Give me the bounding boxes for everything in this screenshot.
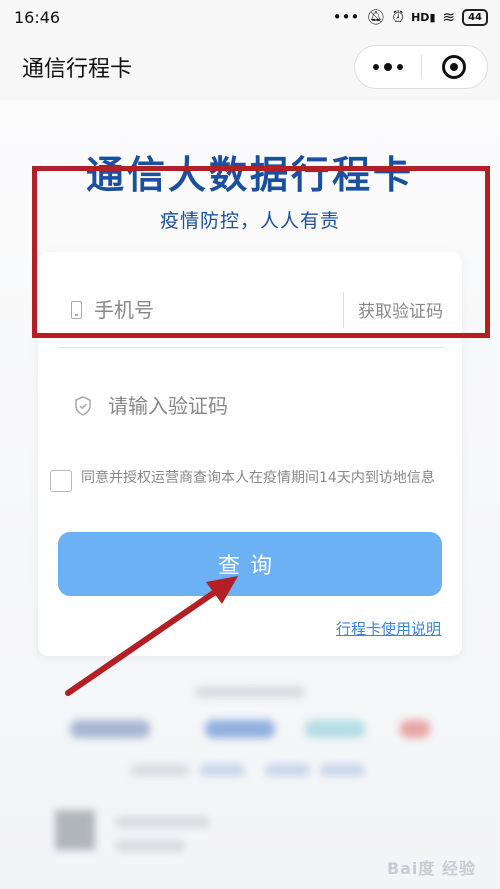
shield-icon — [58, 396, 108, 416]
phone-icon — [58, 300, 94, 319]
target-close-icon — [442, 55, 467, 79]
more-dots-icon[interactable] — [355, 46, 421, 88]
slogan: 疫情防控，人人有责 — [159, 210, 340, 232]
status-bar: 16:46 ••• 🔕︎ ⏰︎ HD▮ ≋ 44 — [0, 0, 500, 34]
code-field-row — [58, 368, 443, 444]
phone-input[interactable] — [94, 297, 343, 322]
mini-program-capsule — [354, 45, 488, 89]
help-link[interactable]: 行程卡使用说明 — [336, 618, 441, 639]
close-mini-program-button[interactable] — [422, 46, 488, 88]
page-title: 通信行程卡 — [22, 57, 133, 82]
get-code-button[interactable]: 获取验证码 — [343, 291, 443, 328]
status-time: 16:46 — [14, 7, 61, 27]
brand-title: 通信大数据行程卡 — [85, 153, 414, 197]
battery-icon: 44 — [462, 8, 488, 26]
mute-icon: 🔕︎ — [366, 8, 386, 26]
hd-signal-icon: HD▮ — [411, 10, 436, 24]
verification-code-input[interactable] — [108, 394, 443, 418]
phone-field-row: 获取验证码 — [58, 272, 443, 348]
alarm-icon: ⏰︎ — [392, 8, 405, 26]
page-content: 通信大数据行程卡 疫情防控，人人有责 获取验证码 同意并授权运营商查询本人在疫情… — [0, 100, 500, 889]
more-icon: ••• — [332, 8, 360, 26]
status-icons: ••• 🔕︎ ⏰︎ HD▮ ≋ 44 — [333, 8, 488, 26]
watermark: Bai度 经验 — [386, 859, 476, 878]
consent-text: 同意并授权运营商查询本人在疫情期间14天内到访地信息 — [81, 470, 435, 486]
consent-checkbox[interactable] — [50, 470, 72, 492]
nav-bar: 通信行程卡 — [0, 34, 500, 100]
query-button[interactable]: 查询 — [58, 532, 442, 596]
consent-row: 同意并授权运营商查询本人在疫情期间14天内到访地信息 — [50, 468, 445, 492]
query-card: 获取验证码 同意并授权运营商查询本人在疫情期间14天内到访地信息 查询 行程卡使… — [38, 252, 462, 656]
wifi-icon: ≋ — [442, 8, 456, 26]
